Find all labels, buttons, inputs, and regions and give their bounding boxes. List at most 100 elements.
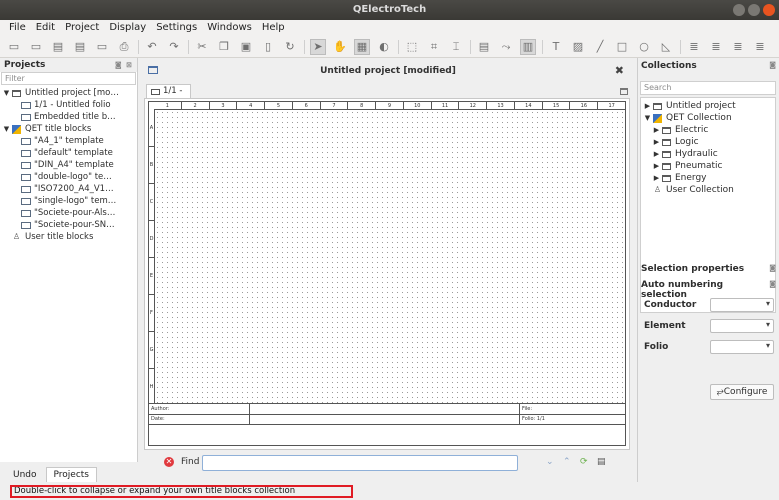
close-project-icon[interactable]: ▭ [94,39,110,55]
tree-item[interactable]: "default" template [0,147,137,159]
menu-file[interactable]: File [4,20,31,36]
filter-input[interactable]: Filter [1,72,136,85]
tree-item[interactable]: 1/1 - Untitled folio [0,99,137,111]
configure-button[interactable]: ⥂Configure [710,384,774,400]
close-project-icon[interactable]: ✖ [615,64,624,77]
tree-item-label: QET title blocks [25,124,92,134]
save-as-icon[interactable]: ▤ [72,39,88,55]
find-input[interactable] [202,455,518,471]
expanded-arrow-icon[interactable]: ▼ [2,87,11,99]
tree-item[interactable]: ▶ Energy [641,172,775,184]
tree-item[interactable]: ▼ QET title blocks [0,123,137,135]
tree-item[interactable]: ▶ Untitled project [641,100,775,112]
tab-undo[interactable]: Undo [6,468,44,482]
grid-icon[interactable]: ▦ [354,38,370,55]
expanded-arrow-icon[interactable]: ▼ [2,123,11,135]
dock-buttons[interactable]: ◙ [769,264,777,274]
refresh-icon[interactable]: ⟳ [580,457,588,467]
delete-icon[interactable]: ▯ [260,39,276,55]
dock-buttons[interactable]: ◙ [769,280,777,300]
tree-item[interactable]: "double-logo" te… [0,171,137,183]
rotate-icon[interactable]: ↻ [282,39,298,55]
folio-list-icon[interactable] [620,88,628,95]
menu-help[interactable]: Help [257,20,290,36]
cut-icon[interactable]: ✂ [194,39,210,55]
tab-projects[interactable]: Projects [45,467,97,482]
folio-tab[interactable]: 1/1 - [146,84,192,98]
polygon-icon[interactable]: ◺ [658,39,674,55]
paste-icon[interactable]: ▣ [238,39,254,55]
zoom-fit-icon[interactable]: ⬚ [404,39,420,55]
minimize-button[interactable] [733,4,745,16]
select-icon[interactable]: ➤ [310,38,326,55]
dock-buttons[interactable]: ◙ ⊠ [115,61,133,69]
collections-search-input[interactable]: Search [640,81,776,95]
tree-item[interactable]: ♙ User Collection [641,184,775,196]
save-icon[interactable]: ▤ [50,39,66,55]
tree-item[interactable]: "DIN_A4" template [0,159,137,171]
image-icon[interactable]: ▨ [570,39,586,55]
titleblock-icon[interactable]: ▥ [520,38,536,55]
hand-icon[interactable]: ✋ [332,39,348,55]
find-next-icon[interactable]: ⌃ [563,457,571,467]
maximize-button[interactable] [748,4,760,16]
align-icon[interactable]: ≣ [686,39,702,55]
line-icon[interactable]: ╱ [592,39,608,55]
tree-item[interactable]: "single-logo" tem… [0,195,137,207]
find-previous-icon[interactable]: ⌄ [546,457,554,467]
expanded-arrow-icon[interactable]: ▼ [643,112,652,124]
menu-display[interactable]: Display [104,20,151,36]
tree-item[interactable]: "ISO7200_A4_V1… [0,183,137,195]
collapsed-arrow-icon[interactable]: ▶ [652,136,661,148]
close-find-icon[interactable]: ✕ [164,457,174,467]
tree-item[interactable]: ▶ Electric [641,124,775,136]
copy-icon[interactable]: ❐ [216,39,232,55]
tree-item[interactable]: "Societe-pour-Als… [0,207,137,219]
close-window-button[interactable] [763,4,775,16]
ellipse-icon[interactable]: ○ [636,39,652,55]
tree-item-label: "A4_1" template [34,136,104,146]
mode-icon[interactable]: ◐ [376,39,392,55]
collapsed-arrow-icon[interactable]: ▶ [652,172,661,184]
zoom-content-icon[interactable]: ⌗ [426,39,442,55]
open-icon[interactable]: ▭ [28,39,44,55]
text-icon[interactable]: T [548,39,564,55]
advanced-find-icon[interactable]: ▤ [597,457,606,467]
tree-item[interactable]: ♙ User title blocks [0,231,137,243]
tree-item[interactable]: Embedded title b… [0,111,137,123]
align-4-icon[interactable]: ≣ [752,39,768,55]
tree-item[interactable]: ▶ Pneumatic [641,160,775,172]
conductor-icon[interactable]: ⤳ [498,39,514,55]
menu-windows[interactable]: Windows [202,20,257,36]
redo-icon[interactable]: ↷ [166,39,182,55]
new-project-icon[interactable]: ▭ [6,39,22,55]
element-select[interactable] [710,319,774,333]
dock-buttons[interactable]: ◙ [769,61,777,71]
folder-icon [661,150,672,159]
diagram-canvas[interactable]: 1 2 3 4 5 6 7 8 9 10 11 12 13 14 15 16 17 ABCDEFGH Autho… [144,98,630,450]
add-folio-icon[interactable]: ▤ [476,39,492,55]
drawing-grid[interactable] [155,110,625,403]
align-3-icon[interactable]: ≣ [730,39,746,55]
column-label: 1 [154,102,182,109]
menu-edit[interactable]: Edit [31,20,60,36]
print-icon[interactable]: ⎙ [116,39,132,55]
conductor-select[interactable] [710,298,774,312]
tree-item[interactable]: "A4_1" template [0,135,137,147]
collapsed-arrow-icon[interactable]: ▶ [643,100,652,112]
tree-item[interactable]: ▼ Untitled project [mo… [0,87,137,99]
collapsed-arrow-icon[interactable]: ▶ [652,124,661,136]
menu-settings[interactable]: Settings [151,20,202,36]
tree-item[interactable]: ▶ Hydraulic [641,148,775,160]
menu-project[interactable]: Project [60,20,104,36]
collapsed-arrow-icon[interactable]: ▶ [652,160,661,172]
rectangle-icon[interactable]: □ [614,39,630,55]
undo-icon[interactable]: ↶ [144,39,160,55]
tree-item[interactable]: ▶ Logic [641,136,775,148]
folio-select[interactable] [710,340,774,354]
tree-item[interactable]: ▼ QET Collection [641,112,775,124]
zoom-reset-icon[interactable]: ⌶ [448,39,464,55]
collapsed-arrow-icon[interactable]: ▶ [652,148,661,160]
tree-item[interactable]: "Societe-pour-SN… [0,219,137,231]
align-2-icon[interactable]: ≣ [708,39,724,55]
